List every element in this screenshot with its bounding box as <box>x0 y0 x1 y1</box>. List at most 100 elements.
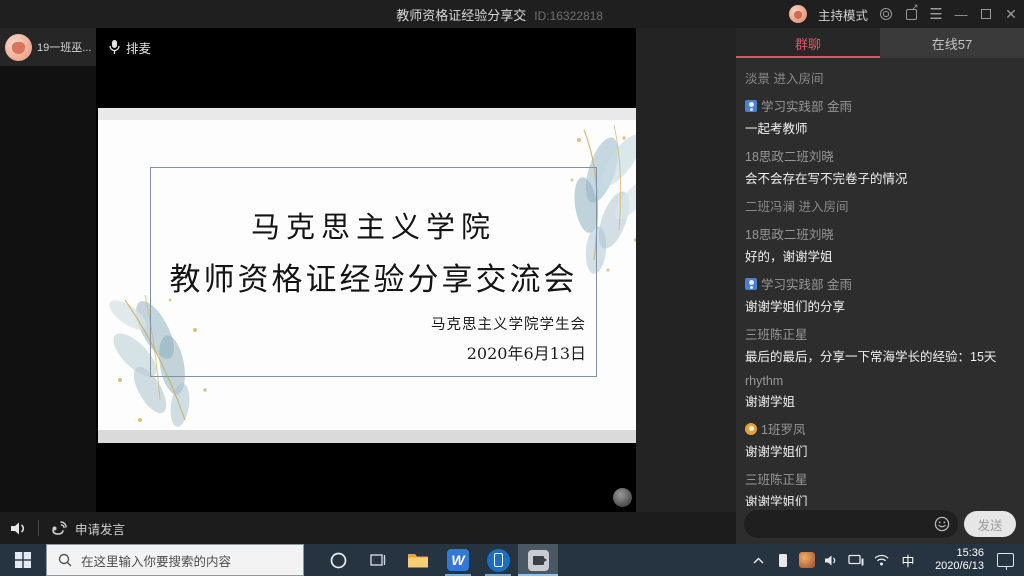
chat-message-sender: 三班陈正星 <box>745 324 1015 343</box>
chat-message-sender: rhythm <box>745 374 1015 388</box>
chat-message-text: 好的，谢谢学姐 <box>745 246 1015 265</box>
cortana-button[interactable] <box>318 544 358 576</box>
windows-taskbar: 在这里输入你要搜索的内容 W <box>0 544 1024 576</box>
close-button[interactable]: ✕ <box>1004 7 1018 21</box>
request-speak-button[interactable]: 申请发言 <box>51 519 125 538</box>
tab-online-members[interactable]: 在线57 <box>880 28 1024 58</box>
chat-message-text: 谢谢学姐们 <box>745 441 1015 460</box>
tray-volume-icon[interactable] <box>822 548 840 572</box>
chat-message-sender: 1班罗凤 <box>745 419 1015 438</box>
microphone-icon <box>109 40 120 55</box>
send-button[interactable]: 发送 <box>964 511 1016 537</box>
tab-group-chat[interactable]: 群聊 <box>736 28 880 58</box>
room-id: ID:16322818 <box>534 9 603 23</box>
action-center-icon[interactable] <box>997 553 1014 567</box>
minimize-button[interactable]: — <box>954 7 968 21</box>
your-phone-icon <box>487 549 510 572</box>
request-speak-label: 申请发言 <box>75 519 125 538</box>
chat-message-sender: 三班陈正星 <box>745 469 1015 488</box>
chat-message: 学习实践部 金雨 谢谢学姐们的分享 <box>745 274 1015 315</box>
tray-device-icon[interactable] <box>774 548 792 572</box>
slide-footer-org: 马克思主义学院学生会 <box>161 313 586 334</box>
chat-message-sender: 学习实践部 金雨 <box>745 274 1015 293</box>
ime-language-indicator[interactable]: 中 <box>897 551 919 570</box>
search-icon <box>58 553 72 567</box>
search-placeholder: 在这里输入你要搜索的内容 <box>81 551 231 570</box>
chat-panel: 群聊 在线57 淡景 进入房间 学习实践部 金雨 一起考教师 18思政二班刘晓 … <box>736 28 1024 544</box>
settings-icon[interactable] <box>879 7 893 21</box>
chat-message-sender: 18思政二班刘晓 <box>745 224 1015 243</box>
chat-message-list[interactable]: 淡景 进入房间 学习实践部 金雨 一起考教师 18思政二班刘晓 会不会存在写不完… <box>736 62 1024 506</box>
slide-letterbox-top <box>98 108 636 120</box>
tray-display-icon[interactable] <box>847 548 865 572</box>
task-view-button[interactable] <box>358 544 398 576</box>
chat-input[interactable] <box>756 517 934 531</box>
menu-icon[interactable]: ☰ <box>929 7 943 21</box>
system-tray: 中 15:36 2020/6/13 <box>749 547 1024 573</box>
volume-icon[interactable] <box>0 521 38 536</box>
tray-app-avatar-icon[interactable] <box>799 552 815 568</box>
chat-input-row: 发送 <box>744 510 1016 538</box>
chat-message: rhythm 谢谢学姐 <box>745 374 1015 410</box>
popout-icon[interactable] <box>904 7 918 21</box>
slide-title-frame: 马克思主义学院 教师资格证经验分享交流会 马克思主义学院学生会 2020年6月1… <box>150 167 597 377</box>
chat-message: 三班陈正星 谢谢学姐们 <box>745 469 1015 506</box>
file-explorer-icon <box>407 551 429 569</box>
chat-message: 三班陈正星 最后的最后，分享一下常海学长的经验：15天 <box>745 324 1015 365</box>
chat-message: 学习实践部 金雨 一起考教师 <box>745 96 1015 137</box>
chat-message-sender: 18思政二班刘晓 <box>745 146 1015 165</box>
clock-date: 2020/6/13 <box>926 560 984 573</box>
chat-message-text: 谢谢学姐 <box>745 391 1015 410</box>
member-list-item[interactable]: 19一班巫... <box>0 28 96 66</box>
tray-expand-chevron-icon[interactable] <box>749 548 767 572</box>
meeting-app-icon <box>528 550 549 571</box>
meeting-app-window: 教师资格证经验分享交 ID:16322818 主持模式 ☰ — ✕ 19一班巫.… <box>0 0 1024 544</box>
meeting-app-taskbar-button[interactable] <box>518 544 558 576</box>
mic-queue-bar[interactable]: 排麦 <box>96 28 636 66</box>
chat-message-text: 会不会存在写不完卷子的情况 <box>745 168 1015 187</box>
your-phone-button[interactable] <box>478 544 518 576</box>
stage-control-bar: 申请发言 <box>0 512 736 544</box>
member-badge-icon <box>745 100 757 112</box>
member-avatar <box>5 34 32 61</box>
wps-office-icon: W <box>447 549 469 571</box>
chat-system-message: 淡景 进入房间 <box>745 68 1015 87</box>
maximize-button[interactable] <box>979 7 993 21</box>
taskbar-clock[interactable]: 15:36 2020/6/13 <box>926 547 984 573</box>
slide-title-line1: 马克思主义学院 <box>161 204 586 246</box>
mic-queue-label: 排麦 <box>126 38 151 57</box>
cortana-icon <box>330 552 347 569</box>
shared-slide: 马克思主义学院 教师资格证经验分享交流会 马克思主义学院学生会 2020年6月1… <box>98 108 636 443</box>
member-sidebar: 19一班巫... <box>0 28 96 544</box>
video-stage: 排麦 <box>96 28 636 544</box>
tray-network-icon[interactable] <box>872 548 890 572</box>
chat-message: 1班罗凤 谢谢学姐们 <box>745 419 1015 460</box>
emoji-icon[interactable] <box>934 516 950 532</box>
taskbar-search[interactable]: 在这里输入你要搜索的内容 <box>46 544 304 576</box>
slide-letterbox-bottom <box>98 430 636 443</box>
chat-tabs: 群聊 在线57 <box>736 28 1024 58</box>
chat-message-text: 最后的最后，分享一下常海学长的经验：15天 <box>745 346 1015 365</box>
file-explorer-button[interactable] <box>398 544 438 576</box>
chat-message: 18思政二班刘晓 好的，谢谢学姐 <box>745 224 1015 265</box>
chat-message-sender: 学习实践部 金雨 <box>745 96 1015 115</box>
slide-footer-date: 2020年6月13日 <box>161 340 586 364</box>
member-badge-icon <box>745 423 757 435</box>
chat-system-message: 二班冯澜 进入房间 <box>745 196 1015 215</box>
titlebar: 教师资格证经验分享交 ID:16322818 主持模式 ☰ — ✕ <box>0 0 1024 28</box>
chat-message-text: 一起考教师 <box>745 118 1015 137</box>
divider <box>38 520 39 536</box>
title-group: 教师资格证经验分享交 ID:16322818 <box>396 5 603 24</box>
chat-message-text: 谢谢学姐们 <box>745 491 1015 506</box>
start-button[interactable] <box>0 544 46 576</box>
wps-office-button[interactable]: W <box>438 544 478 576</box>
stream-watermark-logo <box>613 488 632 507</box>
chat-message-text: 谢谢学姐们的分享 <box>745 296 1015 315</box>
host-mode-label: 主持模式 <box>818 5 868 24</box>
room-title: 教师资格证经验分享交 <box>396 5 526 24</box>
member-badge-icon <box>745 278 757 290</box>
slide-title-line2: 教师资格证经验分享交流会 <box>161 254 586 299</box>
chat-input-container <box>744 510 958 538</box>
member-name: 19一班巫... <box>37 39 91 55</box>
chat-message: 18思政二班刘晓 会不会存在写不完卷子的情况 <box>745 146 1015 187</box>
